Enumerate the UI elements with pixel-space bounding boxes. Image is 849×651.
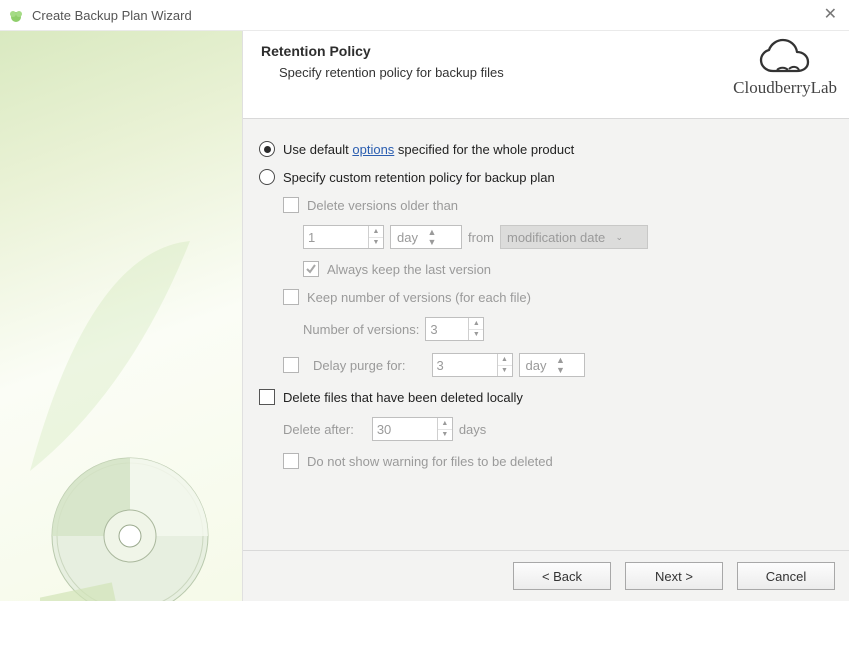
use-default-label: Use default options specified for the wh… (283, 142, 574, 157)
num-versions-label: Number of versions: (303, 322, 419, 337)
chevron-up-icon: ▲ (369, 226, 383, 238)
chevron-down-icon: ▼ (498, 366, 512, 377)
app-icon (8, 7, 24, 23)
checkbox-no-warning: Do not show warning for files to be dele… (283, 453, 833, 469)
use-default-pre: Use default (283, 142, 352, 157)
wizard-sidebar (0, 31, 242, 601)
back-button[interactable]: < Back (513, 562, 611, 590)
close-icon[interactable]: ✕ (824, 4, 837, 24)
checkbox-keep-versions: Keep number of versions (for each file) (283, 289, 833, 305)
radio-icon (259, 141, 275, 157)
delete-after-unit: days (459, 422, 486, 437)
keep-versions-controls: Number of versions: ▲▼ (303, 317, 833, 341)
delete-older-label: Delete versions older than (307, 198, 458, 213)
delete-older-from-value: modification date (507, 230, 611, 245)
delete-older-value-input (304, 226, 368, 248)
cloud-icon (757, 37, 813, 79)
chevron-updown-icon: ▲▼ (424, 227, 440, 247)
titlebar: Create Backup Plan Wizard ✕ (0, 0, 849, 31)
content: Use default options specified for the wh… (243, 119, 849, 469)
delay-purge-unit-select: day ▲▼ (519, 353, 585, 377)
delay-purge-value-stepper: ▲▼ (432, 353, 513, 377)
window-title: Create Backup Plan Wizard (32, 8, 192, 23)
delete-older-unit-value: day (397, 230, 424, 245)
brand-label: CloudberryLab (733, 78, 837, 98)
num-versions-stepper: ▲▼ (425, 317, 484, 341)
delete-locally-label: Delete files that have been deleted loca… (283, 390, 523, 405)
delete-older-controls: ▲▼ day ▲▼ from modification date ⌄ (303, 225, 833, 249)
specify-custom-label: Specify custom retention policy for back… (283, 170, 555, 185)
checkbox-always-keep-last: Always keep the last version (303, 261, 833, 277)
delay-purge-value-input (433, 354, 497, 376)
delay-purge-unit-value: day (526, 358, 553, 373)
checkbox-icon (283, 357, 299, 373)
delete-older-value-stepper: ▲▼ (303, 225, 384, 249)
cancel-button[interactable]: Cancel (737, 562, 835, 590)
delete-after-input (373, 418, 437, 440)
from-label: from (468, 230, 494, 245)
checkbox-icon (283, 289, 299, 305)
options-link[interactable]: options (352, 142, 394, 157)
chevron-down-icon: ▼ (369, 238, 383, 249)
radio-use-default[interactable]: Use default options specified for the wh… (259, 141, 833, 157)
checkbox-delete-older: Delete versions older than (283, 197, 833, 213)
chevron-down-icon: ▼ (469, 330, 483, 341)
sidebar-disc-decoration (40, 441, 230, 601)
chevron-updown-icon: ▲▼ (552, 355, 568, 375)
always-keep-last-label: Always keep the last version (327, 262, 491, 277)
radio-icon (259, 169, 275, 185)
delete-after-stepper: ▲▼ (372, 417, 453, 441)
chevron-up-icon: ▲ (498, 354, 512, 366)
chevron-up-icon: ▲ (469, 318, 483, 330)
delay-purge-label: Delay purge for: (313, 358, 406, 373)
wizard-main: Retention Policy Specify retention polic… (242, 31, 849, 601)
checkbox-icon (283, 197, 299, 213)
num-versions-input (426, 318, 468, 340)
checkbox-delay-purge: Delay purge for: ▲▼ day ▲▼ (283, 353, 833, 377)
no-warning-label: Do not show warning for files to be dele… (307, 454, 553, 469)
checkbox-delete-locally[interactable]: Delete files that have been deleted loca… (259, 389, 833, 405)
checkbox-icon (303, 261, 319, 277)
delete-after-label: Delete after: (283, 422, 354, 437)
checkbox-icon (283, 453, 299, 469)
next-button[interactable]: Next > (625, 562, 723, 590)
delete-older-unit-select: day ▲▼ (390, 225, 462, 249)
wizard-body: Retention Policy Specify retention polic… (0, 31, 849, 601)
use-default-post: specified for the whole product (394, 142, 574, 157)
radio-specify-custom[interactable]: Specify custom retention policy for back… (259, 169, 833, 185)
checkbox-icon (259, 389, 275, 405)
delete-older-from-select: modification date ⌄ (500, 225, 648, 249)
chevron-down-icon: ⌄ (611, 232, 627, 243)
footer: < Back Next > Cancel (243, 550, 849, 601)
brand: CloudberryLab (733, 37, 837, 98)
chevron-down-icon: ▼ (438, 430, 452, 441)
chevron-up-icon: ▲ (438, 418, 452, 430)
keep-versions-label: Keep number of versions (for each file) (307, 290, 531, 305)
delete-after-controls: Delete after: ▲▼ days (283, 417, 833, 441)
header: Retention Policy Specify retention polic… (243, 31, 849, 119)
